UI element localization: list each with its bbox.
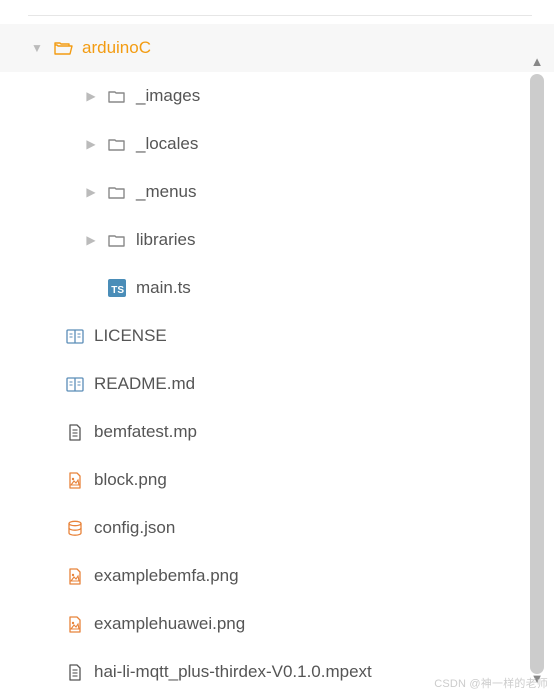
tree-item-label: _images [136, 86, 200, 106]
db-icon [64, 519, 86, 538]
scrollbar-thumb[interactable] [530, 74, 544, 674]
image-icon [64, 615, 86, 634]
chevron-down-icon: ▼ [28, 41, 46, 55]
tree-folder-libraries[interactable]: ▶ libraries [0, 216, 554, 264]
doc-icon [64, 663, 86, 682]
folder-icon [106, 231, 128, 250]
folder-open-icon [52, 39, 74, 58]
tree-folder-root[interactable]: ▼ arduinoC [0, 24, 554, 72]
tree-item-label: block.png [94, 470, 167, 490]
tree-file-block-png[interactable]: block.png [0, 456, 554, 504]
chevron-right-icon: ▶ [82, 185, 100, 199]
top-divider [28, 0, 532, 16]
tree-item-label: config.json [94, 518, 175, 538]
tree-item-label: main.ts [136, 278, 191, 298]
tree-file-config-json[interactable]: config.json [0, 504, 554, 552]
folder-icon [106, 87, 128, 106]
book-icon [64, 375, 86, 394]
ts-file-icon: TS [106, 279, 128, 297]
tree-item-label: _menus [136, 182, 196, 202]
folder-icon [106, 183, 128, 202]
chevron-right-icon: ▶ [82, 137, 100, 151]
tree-item-label: hai-li-mqtt_plus-thirdex-V0.1.0.mpext [94, 662, 372, 682]
tree-file-bemfatest[interactable]: bemfatest.mp [0, 408, 554, 456]
book-icon [64, 327, 86, 346]
chevron-right-icon: ▶ [82, 233, 100, 247]
tree-folder-images[interactable]: ▶ _images [0, 72, 554, 120]
tree-item-label: examplebemfa.png [94, 566, 239, 586]
tree-folder-locales[interactable]: ▶ _locales [0, 120, 554, 168]
tree-item-label: LICENSE [94, 326, 167, 346]
scrollbar-track[interactable] [530, 74, 544, 666]
tree-file-readme[interactable]: README.md [0, 360, 554, 408]
image-icon [64, 471, 86, 490]
tree-item-label: arduinoC [82, 38, 151, 58]
file-tree: ▼ arduinoC ▶ _images ▶ _locales ▶ _menus… [0, 24, 554, 694]
tree-item-label: examplehuawei.png [94, 614, 245, 634]
tree-item-label: _locales [136, 134, 198, 154]
tree-file-main-ts[interactable]: ▶ TS main.ts [0, 264, 554, 312]
tree-item-label: libraries [136, 230, 196, 250]
tree-file-examplebemfa[interactable]: examplebemfa.png [0, 552, 554, 600]
tree-folder-menus[interactable]: ▶ _menus [0, 168, 554, 216]
folder-icon [106, 135, 128, 154]
image-icon [64, 567, 86, 586]
tree-item-label: README.md [94, 374, 195, 394]
chevron-right-icon: ▶ [82, 89, 100, 103]
doc-icon [64, 423, 86, 442]
tree-file-license[interactable]: LICENSE [0, 312, 554, 360]
scroll-up-arrow-icon[interactable]: ▲ [528, 54, 546, 69]
tree-item-label: bemfatest.mp [94, 422, 197, 442]
tree-file-examplehuawei[interactable]: examplehuawei.png [0, 600, 554, 648]
watermark-text: CSDN @神一样的老师 [434, 675, 548, 691]
